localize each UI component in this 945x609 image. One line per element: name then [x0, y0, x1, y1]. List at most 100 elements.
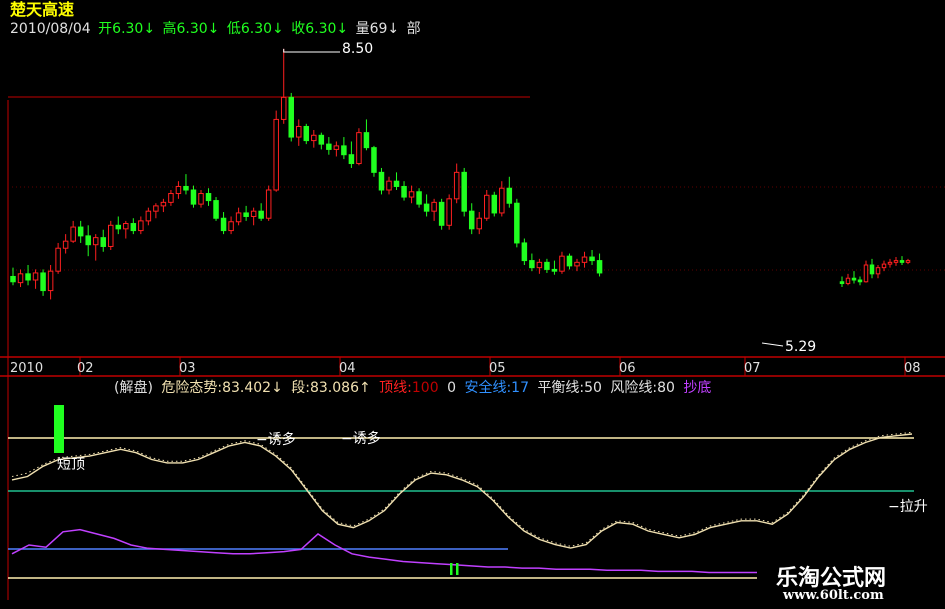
recent-candle-0-body — [839, 281, 845, 285]
quote-close: 收6.30↓ — [291, 21, 349, 37]
candle-51-body — [393, 180, 400, 187]
candle-37-body — [288, 96, 294, 138]
candle-14-body — [115, 224, 122, 230]
candle-49 — [378, 167, 385, 195]
candle-56-body — [431, 201, 437, 212]
candle-26-body — [205, 193, 212, 202]
candle-33-body — [258, 210, 264, 219]
candle-57 — [438, 198, 445, 230]
lure-annotation-1: −诱多 — [256, 432, 296, 448]
axis-label-2010: 2010 — [10, 361, 44, 376]
candle-32-body — [250, 210, 257, 217]
candle-30-body — [235, 212, 242, 223]
candle-22-body — [175, 185, 182, 195]
recent-candle-10-body — [899, 260, 905, 263]
candle-57-body — [438, 201, 445, 226]
recent-candle-1-body — [845, 277, 851, 285]
candle-50-body — [386, 180, 392, 191]
candle-68 — [521, 238, 528, 265]
candle-78-body — [596, 260, 603, 274]
candle-55-body — [423, 203, 430, 212]
short-top-annotation: 短顶 — [57, 457, 85, 473]
quote-date: 2010/08/04 — [10, 21, 91, 37]
candle-19-body — [153, 205, 159, 212]
axis-label-07: 07 — [744, 361, 761, 376]
candle-49-body — [378, 171, 385, 191]
candle-3-body — [32, 272, 39, 281]
candle-11-body — [92, 237, 99, 246]
candle-23-body — [183, 185, 189, 191]
watermark-url: www.60lt.com — [783, 588, 884, 603]
indicator-risk-line: 风险线:80 — [610, 380, 675, 396]
candle-71-body — [544, 261, 550, 270]
axis-label-03: 03 — [179, 361, 196, 376]
candle-69-body — [529, 260, 535, 269]
axis-label-06: 06 — [619, 361, 636, 376]
rise-annotation: −拉升 — [888, 499, 928, 515]
candle-65-body — [499, 187, 505, 214]
candle-27-body — [213, 200, 219, 219]
candle-41-body — [318, 134, 325, 145]
recent-candle-9-body — [893, 260, 899, 263]
candle-64-body — [491, 194, 498, 214]
recent-candle-8-body — [887, 261, 893, 265]
candle-52-body — [401, 185, 407, 198]
candle-18-body — [145, 210, 152, 222]
candle-15-body — [123, 223, 129, 230]
indicator-safe-line: 安全线:17 — [464, 380, 529, 396]
indicator-segment: 段:83.086↑ — [291, 380, 371, 396]
candle-5-body — [47, 270, 54, 292]
candle-53-body — [408, 191, 415, 198]
quote-low: 低6.30↓ — [226, 21, 284, 37]
candle-28-body — [220, 217, 227, 232]
recent-candle-6-body — [875, 267, 881, 275]
candle-4-body — [40, 272, 46, 292]
high-price-mark: 8.50 — [342, 41, 374, 57]
chart-background — [0, 0, 945, 609]
candle-73-body — [559, 255, 565, 272]
candle-43-body — [333, 145, 340, 150]
low-price-mark: 5.29 — [785, 339, 817, 355]
candle-70-body — [536, 261, 543, 269]
green-mark-1 — [456, 563, 459, 575]
candle-9-body — [77, 226, 84, 237]
candle-39-body — [303, 125, 310, 142]
quote-extra: 部 — [406, 21, 421, 37]
candle-6-body — [55, 247, 61, 272]
candle-31-body — [243, 212, 249, 217]
recent-candle-5-body — [869, 264, 875, 275]
candle-0-body — [10, 275, 16, 283]
candle-77-body — [589, 256, 595, 262]
candle-2-body — [25, 273, 31, 281]
axis-label-08: 08 — [904, 361, 921, 376]
candle-25-body — [198, 193, 204, 205]
candle-48-body — [371, 147, 377, 173]
candle-36-body — [280, 96, 287, 120]
candle-27 — [213, 197, 219, 221]
recent-candle-4-body — [863, 264, 869, 283]
candle-48 — [371, 145, 377, 177]
candle-42-body — [326, 143, 332, 150]
indicator-legend-bar: (解盘) 危险态势:83.402↓ 段:83.086↑ 顶线:100 0 安全线… — [10, 381, 715, 395]
candle-54-body — [416, 191, 422, 205]
candle-46-body — [356, 132, 362, 165]
candle-74-body — [566, 255, 573, 267]
candle-75-body — [574, 261, 580, 267]
quote-volume: 量69↓ — [355, 21, 400, 37]
indicator-balance-line: 平衡线:50 — [537, 380, 602, 396]
candle-60-body — [461, 171, 467, 212]
candle-39 — [303, 123, 310, 145]
candle-40-body — [311, 134, 317, 142]
candle-67 — [514, 198, 520, 248]
candle-76-body — [581, 256, 588, 263]
indicator-zero: 0 — [447, 380, 456, 396]
candle-35 — [273, 110, 279, 192]
axis-label-04: 04 — [339, 361, 356, 376]
candle-72-body — [551, 268, 558, 272]
indicator-prefix: (解盘) — [114, 380, 153, 396]
candle-13-body — [108, 224, 114, 247]
candle-35-body — [273, 118, 279, 191]
candle-45-body — [348, 154, 355, 165]
candle-8-body — [70, 226, 76, 242]
candle-58 — [446, 194, 452, 230]
